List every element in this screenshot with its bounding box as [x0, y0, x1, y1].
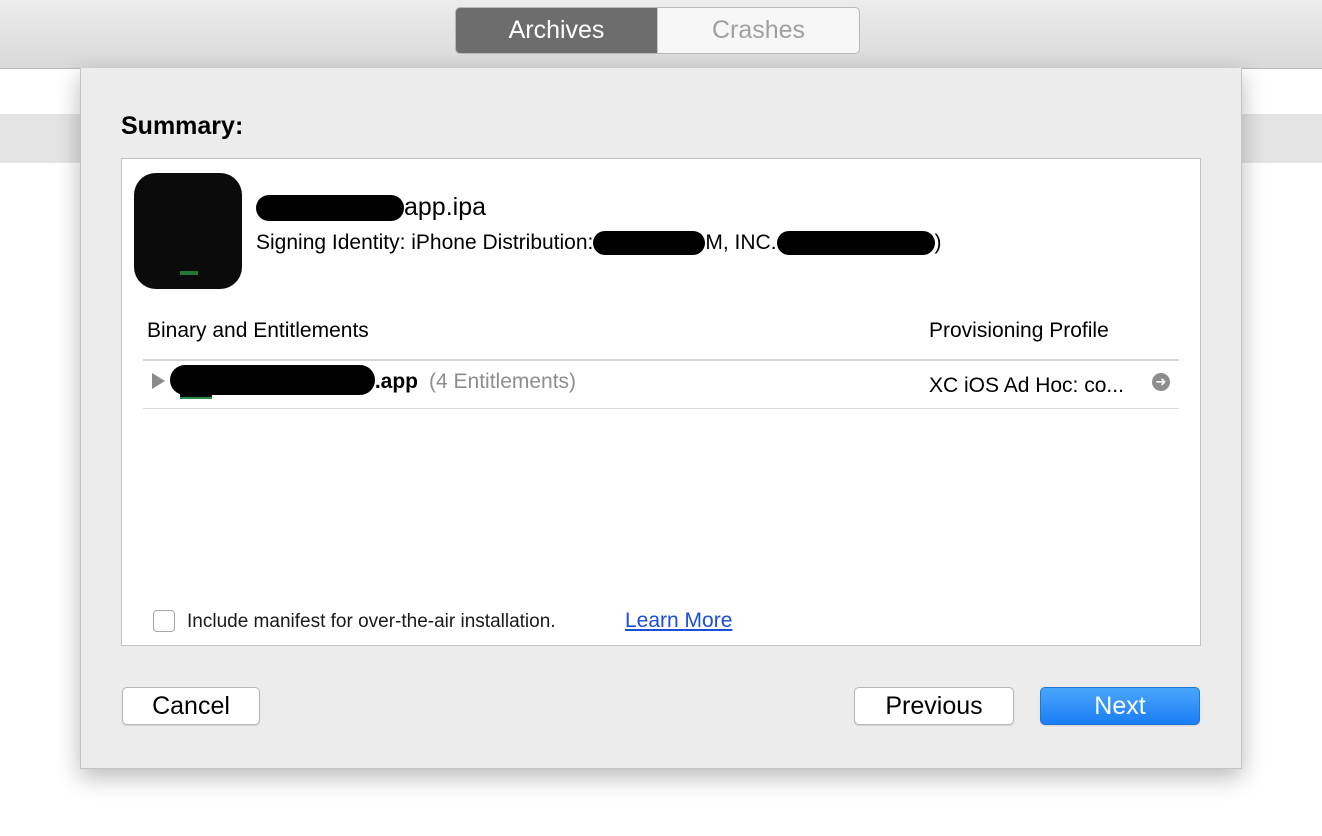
learn-more-link[interactable]: Learn More: [625, 609, 732, 633]
provisioning-profile-value: XC iOS Ad Hoc: co...: [929, 374, 1124, 397]
column-header-binary: Binary and Entitlements: [147, 319, 369, 342]
view-segmented-control: Archives Crashes: [455, 7, 860, 54]
previous-button[interactable]: Previous: [854, 687, 1014, 725]
tab-archives[interactable]: Archives: [456, 8, 657, 53]
binary-app-name: p.app: [362, 370, 418, 393]
manifest-label: Include manifest for over-the-air instal…: [187, 611, 556, 632]
summary-title: Summary:: [121, 112, 244, 140]
summary-panel: app.ipa Signing Identity: iPhone Distrib…: [121, 158, 1201, 646]
entitlements-count: (4 Entitlements): [429, 370, 577, 393]
signing-identity-suffix: ): [934, 231, 942, 254]
export-summary-sheet: Summary: app.ipa Signing Identity: iPhon…: [80, 68, 1242, 769]
signing-identity-prefix: Signing Identity: iPhone Distribution:: [256, 231, 594, 254]
redacted-text: [256, 195, 404, 222]
toolbar: Archives Crashes: [0, 0, 1322, 69]
redacted-text: [593, 231, 706, 256]
redacted-text: [170, 365, 375, 395]
signing-identity-mid: M, INC.: [705, 231, 777, 254]
cancel-button[interactable]: Cancel: [122, 687, 260, 725]
app-icon: [134, 173, 242, 289]
signing-identity: Signing Identity: iPhone Distribution: M,…: [256, 231, 942, 256]
redacted-text: [776, 231, 935, 256]
disclosure-triangle-icon[interactable]: [152, 373, 165, 389]
ipa-filename-text: app.ipa: [404, 193, 487, 221]
manifest-checkbox[interactable]: [153, 610, 175, 632]
row-divider: [143, 408, 1179, 409]
app-icon-accent: [180, 271, 198, 275]
column-header-profile: Provisioning Profile: [929, 319, 1109, 342]
header-divider: [143, 359, 1179, 361]
ipa-filename: app.ipa: [256, 193, 486, 222]
arrow-circle-right-icon[interactable]: ➜: [1152, 373, 1170, 391]
tab-crashes[interactable]: Crashes: [657, 8, 859, 53]
next-button[interactable]: Next: [1040, 687, 1200, 725]
